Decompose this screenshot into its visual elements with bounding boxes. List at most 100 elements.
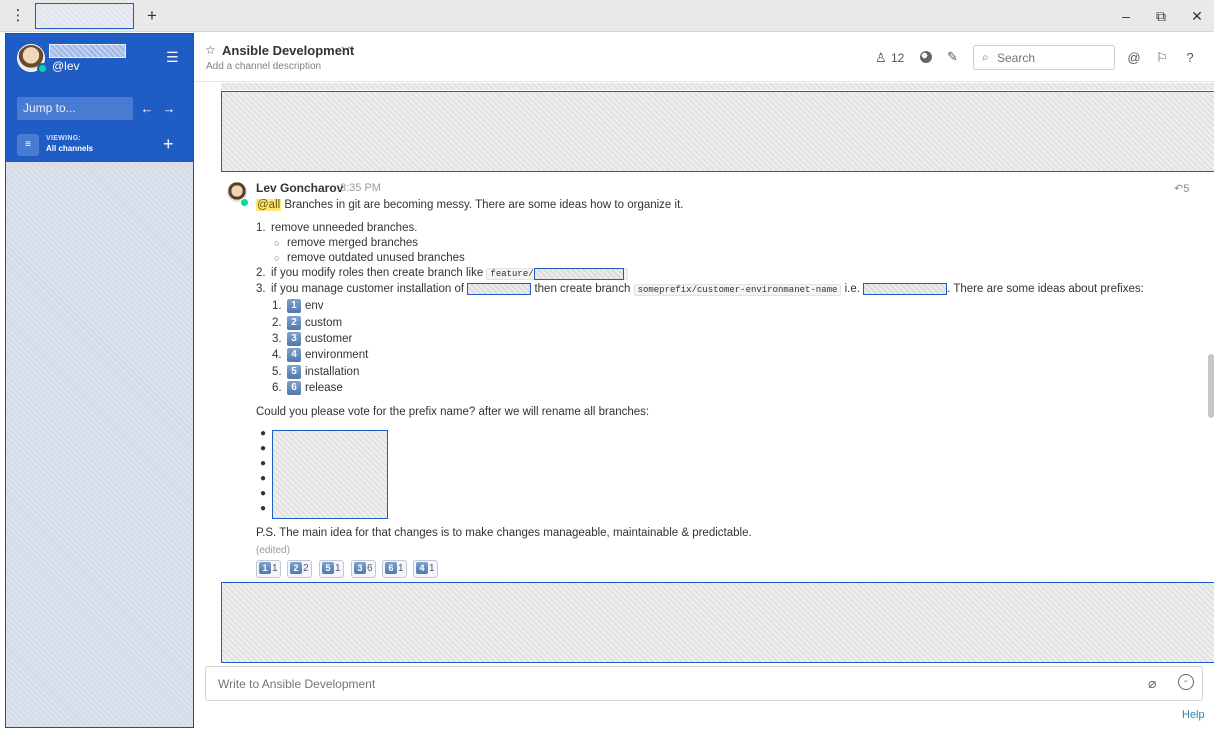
list-item: remove unneeded branches. xyxy=(271,222,418,234)
vote-options-redacted xyxy=(272,430,388,519)
search-box[interactable]: ⌕ xyxy=(973,45,1115,70)
list-number: 2. xyxy=(256,267,266,279)
inline-code: someprefix/customer-environmanet-name xyxy=(633,284,842,297)
back-arrow-icon[interactable]: ← xyxy=(137,97,157,120)
notification-prefs-icon[interactable] xyxy=(920,51,932,63)
members-icon[interactable]: ♙ xyxy=(875,50,887,66)
message-redacted xyxy=(221,582,1214,663)
channel-list-redacted xyxy=(6,162,193,727)
ps-text: P.S. The main idea for that changes is t… xyxy=(256,527,752,539)
inline-code: feature/ xyxy=(486,267,628,280)
list-number: 6. xyxy=(272,382,282,394)
message-redacted xyxy=(221,91,1214,172)
reaction-three[interactable]: 36 xyxy=(351,560,376,578)
message-intro: @all Branches in git are becoming messy.… xyxy=(256,199,683,211)
list-item: 3 customer xyxy=(287,332,352,346)
vote-text: Could you please vote for the prefix nam… xyxy=(256,406,650,418)
channel-title[interactable]: Ansible Development xyxy=(222,43,354,58)
search-input[interactable] xyxy=(997,46,1111,69)
list-number: 3. xyxy=(256,283,266,295)
bookmark-icon[interactable]: ⚐ xyxy=(1153,49,1171,67)
message-composer: ⌀ ᵕ xyxy=(205,666,1203,701)
forward-arrow-icon[interactable]: → xyxy=(159,97,179,120)
reaction-six[interactable]: 61 xyxy=(382,560,407,578)
keycap-two-icon: 2 xyxy=(287,316,301,330)
list-item: 2 custom xyxy=(287,316,342,330)
team-name-redacted xyxy=(49,44,126,58)
team-tab[interactable] xyxy=(35,3,134,29)
edited-label: (edited) xyxy=(256,545,290,556)
list-number: 3. xyxy=(272,333,282,345)
search-icon: ⌕ xyxy=(982,50,989,64)
list-number: 1. xyxy=(256,222,266,234)
list-item: 6 release xyxy=(287,381,343,395)
filter-icon[interactable]: ≡ xyxy=(17,134,39,156)
list-item: if you modify roles then create branch l… xyxy=(271,267,628,280)
viewing-label: VIEWING: xyxy=(46,135,82,142)
reaction-two[interactable]: 22 xyxy=(287,560,312,578)
member-count[interactable]: 12 xyxy=(891,51,904,65)
pin-icon[interactable]: ✎ xyxy=(947,49,958,65)
attachment-icon[interactable]: ⌀ xyxy=(1148,675,1156,692)
add-channel-button[interactable]: + xyxy=(163,134,174,154)
scrollbar[interactable] xyxy=(1208,354,1214,418)
message-time[interactable]: 3:35 PM xyxy=(340,182,381,194)
keycap-six-icon: 6 xyxy=(385,562,397,575)
message-redacted xyxy=(221,83,1214,90)
keycap-three-icon: 3 xyxy=(354,562,366,575)
bullet: ● xyxy=(260,473,267,484)
favorite-star-icon[interactable]: ☆ xyxy=(205,43,216,57)
list-item: 1 env xyxy=(287,299,324,313)
message-text: Branches in git are becoming messy. Ther… xyxy=(284,199,684,211)
list-item: remove merged branches xyxy=(287,237,419,249)
reaction-four[interactable]: 41 xyxy=(413,560,438,578)
keycap-two-icon: 2 xyxy=(290,562,302,575)
list-item: if you manage customer installation of t… xyxy=(271,283,1144,297)
list-number: 4. xyxy=(272,349,282,361)
bullet: ● xyxy=(260,428,267,439)
list-item: remove outdated unused branches xyxy=(287,252,465,264)
mention-badge[interactable]: @all xyxy=(256,199,282,211)
restore-button[interactable]: ⧉ xyxy=(1151,6,1171,26)
keycap-four-icon: 4 xyxy=(287,348,301,362)
list-number: 5. xyxy=(272,366,282,378)
redacted-text xyxy=(467,283,532,295)
reply-count[interactable]: ↶5 xyxy=(1174,182,1189,195)
keycap-five-icon: 5 xyxy=(322,562,334,575)
keycap-six-icon: 6 xyxy=(287,381,301,395)
keycap-five-icon: 5 xyxy=(287,365,301,379)
reply-icon: ↶ xyxy=(1174,183,1184,195)
mentions-icon[interactable]: @ xyxy=(1125,49,1143,67)
sidebar: @lev ☰ Jump to... ← → ≡ VIEWING: All cha… xyxy=(5,33,194,728)
close-button[interactable]: ✕ xyxy=(1187,6,1207,26)
add-tab-button[interactable]: + xyxy=(143,6,161,26)
list-item: 4 environment xyxy=(287,348,368,362)
bullet: ● xyxy=(260,458,267,469)
minimize-button[interactable]: – xyxy=(1116,6,1136,26)
channel-header: ☆ Ansible Development ﹀ Add a channel de… xyxy=(194,33,1214,82)
reaction-five[interactable]: 51 xyxy=(319,560,344,578)
channel-description[interactable]: Add a channel description xyxy=(206,61,321,72)
emoji-picker-icon[interactable]: ᵕ xyxy=(1178,674,1194,690)
keycap-one-icon: 1 xyxy=(259,562,271,575)
message-author[interactable]: Lev Goncharov xyxy=(256,181,343,195)
user-handle: @lev xyxy=(52,59,80,73)
online-status-icon xyxy=(240,198,249,207)
bullet: ● xyxy=(260,503,267,514)
bullet: ● xyxy=(260,443,267,454)
bullet: ○ xyxy=(274,238,280,248)
jump-to-input[interactable]: Jump to... xyxy=(17,97,133,120)
help-link[interactable]: Help xyxy=(1182,709,1205,721)
list-number: 1. xyxy=(272,300,282,312)
chevron-down-icon[interactable]: ﹀ xyxy=(341,43,351,58)
message-input[interactable] xyxy=(218,667,1138,700)
hamburger-menu-icon[interactable]: ☰ xyxy=(166,50,182,64)
viewing-value[interactable]: All channels xyxy=(46,144,93,153)
help-icon[interactable]: ? xyxy=(1181,49,1199,67)
list-number: 2. xyxy=(272,317,282,329)
title-bar: ⋮ + – ⧉ ✕ xyxy=(0,0,1214,32)
list-item: 5 installation xyxy=(287,365,359,379)
keycap-three-icon: 3 xyxy=(287,332,301,346)
reaction-one[interactable]: 11 xyxy=(256,560,281,578)
vertical-dots-icon[interactable]: ⋮ xyxy=(9,6,27,26)
